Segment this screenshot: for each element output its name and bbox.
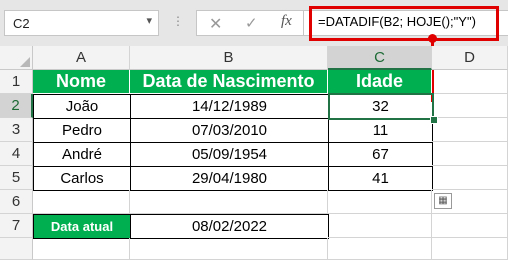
cell-c6[interactable]: [328, 190, 432, 214]
row-header-3[interactable]: 3: [0, 118, 33, 142]
row-header-5[interactable]: 5: [0, 166, 33, 190]
cell-data-nascimento[interactable]: 29/04/1980: [130, 166, 329, 191]
cell-data-nascimento[interactable]: 07/03/2010: [130, 118, 329, 143]
column-header-a[interactable]: A: [33, 46, 130, 70]
cell-d7[interactable]: [432, 214, 508, 238]
chevron-down-icon[interactable]: ▾: [146, 14, 152, 27]
cell-d2[interactable]: [432, 94, 508, 118]
column-header-b[interactable]: B: [130, 46, 328, 70]
column-header-d[interactable]: D: [432, 46, 508, 70]
active-cell-border: [328, 93, 434, 120]
cell-data-nascimento[interactable]: 05/09/1954: [130, 142, 329, 167]
cell-b8[interactable]: [130, 238, 328, 260]
header-cell-data-nascimento[interactable]: Data de Nascimento: [130, 70, 328, 94]
cell-idade[interactable]: 11: [328, 118, 433, 143]
header-cell-idade[interactable]: Idade: [328, 70, 432, 94]
cell-d8[interactable]: [432, 238, 508, 260]
row-header-1[interactable]: 1: [0, 70, 33, 94]
cell-c7[interactable]: [328, 214, 432, 238]
current-date-value[interactable]: 08/02/2022: [130, 214, 329, 239]
cell-d4[interactable]: [432, 142, 508, 166]
cell-idade[interactable]: 41: [328, 166, 433, 191]
fx-icon[interactable]: fx: [281, 13, 292, 30]
formula-buttons: ✕ ✓ fx: [196, 10, 304, 36]
cell-nome[interactable]: João: [33, 94, 131, 119]
row-header-7[interactable]: 7: [0, 214, 33, 238]
drag-handle-icon[interactable]: ⋮: [172, 14, 184, 28]
cell-c8[interactable]: [328, 238, 432, 260]
cell-a6[interactable]: [33, 190, 130, 214]
name-box[interactable]: C2 ▾: [4, 10, 159, 36]
cell-data-nascimento[interactable]: 14/12/1989: [130, 94, 329, 119]
header-cell-nome[interactable]: Nome: [33, 70, 130, 94]
cell-b6[interactable]: [130, 190, 328, 214]
paste-options-icon[interactable]: ▦: [434, 193, 452, 209]
check-icon[interactable]: ✓: [245, 14, 258, 32]
formula-highlight: [309, 6, 499, 41]
fill-handle[interactable]: [430, 116, 438, 124]
cell-d5[interactable]: [432, 166, 508, 190]
name-box-value: C2: [13, 16, 30, 31]
current-date-label[interactable]: Data atual: [33, 214, 131, 239]
cell-nome[interactable]: Carlos: [33, 166, 131, 191]
row-header-8[interactable]: [0, 238, 33, 260]
cancel-x-icon[interactable]: ✕: [209, 14, 222, 34]
row-header-2[interactable]: 2: [0, 94, 33, 118]
select-all-corner[interactable]: [0, 46, 33, 70]
cell-a8[interactable]: [33, 238, 130, 260]
cell-d1[interactable]: [432, 70, 508, 94]
cell-nome[interactable]: Pedro: [33, 118, 131, 143]
row-header-6[interactable]: 6: [0, 190, 33, 214]
cell-nome[interactable]: André: [33, 142, 131, 167]
cell-d3[interactable]: [432, 118, 508, 142]
row-header-4[interactable]: 4: [0, 142, 33, 166]
column-header-c[interactable]: C: [328, 46, 432, 70]
cell-idade[interactable]: 67: [328, 142, 433, 167]
